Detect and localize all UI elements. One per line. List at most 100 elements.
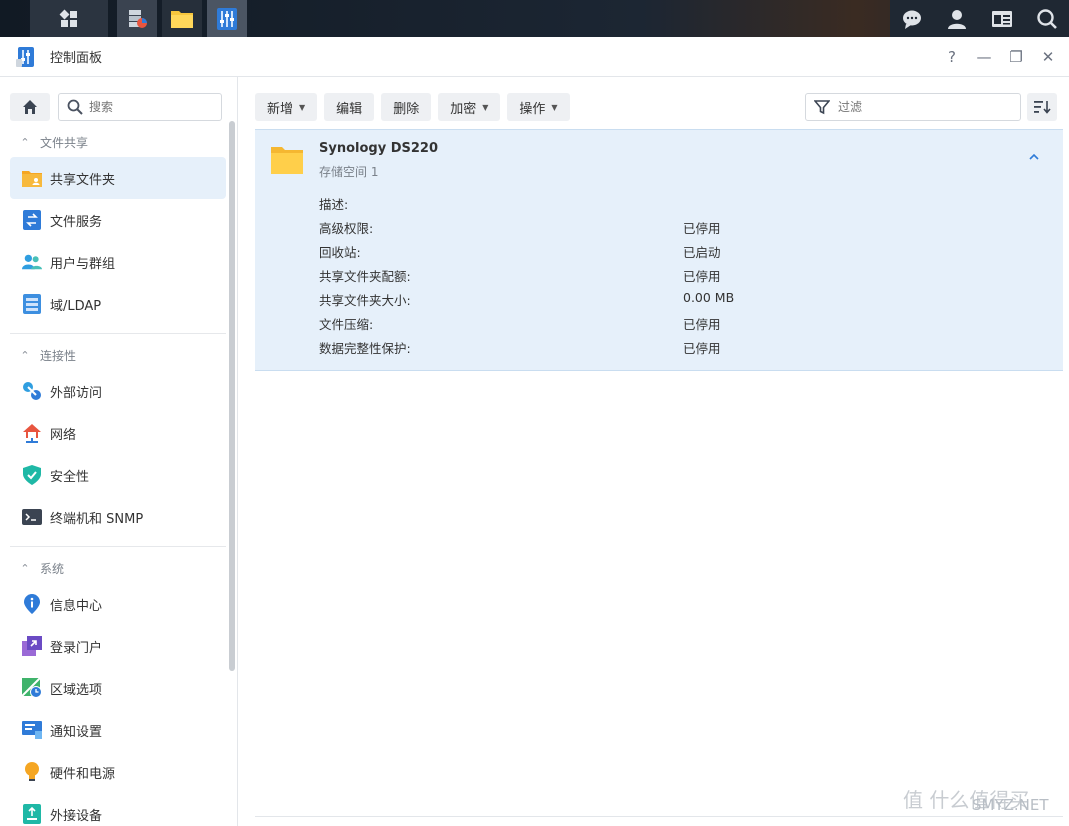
property-row-quota: 共享文件夹配额: 已停用: [319, 266, 1019, 286]
regional-map-icon: [22, 678, 42, 698]
section-file-sharing[interactable]: ⌃ 文件共享: [10, 127, 226, 157]
chat-bubble-icon: [903, 10, 922, 29]
delete-button[interactable]: 删除: [381, 93, 432, 121]
window-titlebar: 控制面板 ? — ❐ ✕: [0, 37, 1069, 77]
filter-input[interactable]: [838, 100, 998, 114]
sidebar-item-regional-options[interactable]: 区域选项: [10, 667, 226, 709]
edit-button[interactable]: 编辑: [324, 93, 375, 121]
domain-icon: [22, 294, 42, 314]
sidebar-item-label: 区域选项: [50, 682, 103, 698]
search-input[interactable]: [89, 100, 209, 114]
notifications-button[interactable]: [900, 7, 924, 31]
sidebar-search[interactable]: [58, 93, 222, 121]
home-button[interactable]: [10, 93, 50, 121]
section-label: 连接性: [40, 348, 77, 363]
main-menu-button[interactable]: [30, 0, 108, 37]
sidebar-item-terminal-snmp[interactable]: 终端机和 SNMP: [10, 496, 226, 538]
sidebar-item-label: 外接设备: [50, 808, 103, 824]
sidebar-item-login-portal[interactable]: 登录门户: [10, 625, 226, 667]
notification-icon: [22, 720, 42, 740]
create-label: 新增: [267, 101, 294, 117]
create-button[interactable]: 新增 ▼: [255, 93, 318, 121]
user-button[interactable]: [945, 7, 969, 31]
minimize-button[interactable]: —: [973, 46, 995, 68]
storage-manager-taskbar-button[interactable]: [117, 0, 157, 37]
property-row-size: 共享文件夹大小: 0.00 MB: [319, 290, 1019, 310]
sidebar-item-domain-ldap[interactable]: 域/LDAP: [10, 283, 226, 325]
sort-button[interactable]: [1027, 93, 1057, 121]
action-label: 操作: [519, 101, 546, 117]
section-system[interactable]: ⌃ 系统: [10, 553, 226, 583]
sidebar-item-label: 网络: [50, 427, 77, 443]
file-station-taskbar-button[interactable]: [162, 0, 202, 37]
sidebar-item-file-services[interactable]: 文件服务: [10, 199, 226, 241]
section-connectivity[interactable]: ⌃ 连接性: [10, 340, 226, 370]
property-value: 已停用: [683, 341, 721, 356]
close-button[interactable]: ✕: [1037, 46, 1059, 68]
sidebar-item-network[interactable]: 网络: [10, 412, 226, 454]
sidebar-item-info-center[interactable]: 信息中心: [10, 583, 226, 625]
divider: [10, 333, 226, 334]
filter-box[interactable]: [805, 93, 1021, 121]
shared-folder-icon: [22, 168, 42, 188]
action-button[interactable]: 操作 ▼: [507, 93, 570, 121]
sidebar-item-label: 终端机和 SNMP: [50, 511, 144, 527]
widgets-button[interactable]: [990, 7, 1014, 31]
help-icon: ?: [948, 48, 956, 66]
control-panel-icon: [217, 7, 237, 30]
property-key: 回收站:: [319, 245, 361, 260]
property-value: 已停用: [683, 221, 721, 236]
file-services-icon: [22, 210, 42, 230]
sidebar-item-label: 通知设置: [50, 724, 103, 740]
users-icon: [22, 252, 42, 272]
window-title: 控制面板: [50, 51, 103, 66]
restore-button[interactable]: ❐: [1005, 46, 1027, 68]
sidebar-item-users-groups[interactable]: 用户与群组: [10, 241, 226, 283]
sidebar-item-security[interactable]: 安全性: [10, 454, 226, 496]
network-house-icon: [22, 423, 42, 443]
delete-label: 删除: [393, 101, 420, 117]
folder-icon: [271, 147, 303, 174]
property-key: 描述:: [319, 197, 349, 212]
sidebar-item-label: 信息中心: [50, 598, 103, 614]
sidebar-item-label: 用户与群组: [50, 256, 116, 272]
user-icon: [948, 9, 967, 29]
sidebar-item-notification-settings[interactable]: 通知设置: [10, 709, 226, 751]
taskbar-tray: [890, 0, 1069, 37]
sidebar-item-label: 域/LDAP: [50, 298, 102, 314]
home-icon: [23, 100, 37, 114]
sidebar-scrollbar[interactable]: [229, 121, 235, 671]
taskbar: [0, 0, 1069, 37]
divider: [10, 546, 226, 547]
lightbulb-icon: [22, 762, 42, 782]
sidebar-item-external-access[interactable]: 外部访问: [10, 370, 226, 412]
sidebar-item-label: 外部访问: [50, 385, 103, 401]
chevron-up-icon: ⌃: [20, 561, 30, 575]
chevron-up-icon[interactable]: [1027, 150, 1041, 164]
sidebar-item-external-devices[interactable]: 外接设备: [10, 793, 226, 826]
shield-icon: [22, 465, 42, 485]
caret-down-icon: ▼: [482, 102, 489, 112]
sort-icon: [1034, 101, 1051, 114]
restore-icon: ❐: [1009, 48, 1023, 66]
edit-label: 编辑: [336, 101, 363, 117]
property-value: 已停用: [683, 269, 721, 284]
search-icon: [1036, 8, 1057, 29]
footer-divider: [255, 816, 1063, 817]
minimize-icon: —: [976, 48, 992, 66]
control-panel-taskbar-button[interactable]: [207, 0, 247, 37]
caret-down-icon: ▼: [551, 102, 558, 112]
chevron-up-icon: ⌃: [20, 348, 30, 362]
shared-folder-location: 存储空间 1: [319, 165, 379, 179]
external-access-icon: [22, 381, 42, 401]
sidebar-item-hardware-power[interactable]: 硬件和电源: [10, 751, 226, 793]
help-button[interactable]: ?: [941, 46, 963, 68]
shared-folder-row[interactable]: Synology DS220 存储空间 1 描述: 高级权限: 已停用 回收站:…: [255, 129, 1063, 371]
sidebar-item-label: 共享文件夹: [50, 172, 116, 188]
search-button[interactable]: [1035, 7, 1059, 31]
chevron-up-icon: ⌃: [20, 135, 30, 149]
sidebar-item-shared-folder[interactable]: 共享文件夹: [10, 157, 226, 199]
property-value: 已停用: [683, 317, 721, 332]
search-icon: [67, 99, 83, 115]
encrypt-button[interactable]: 加密 ▼: [438, 93, 501, 121]
